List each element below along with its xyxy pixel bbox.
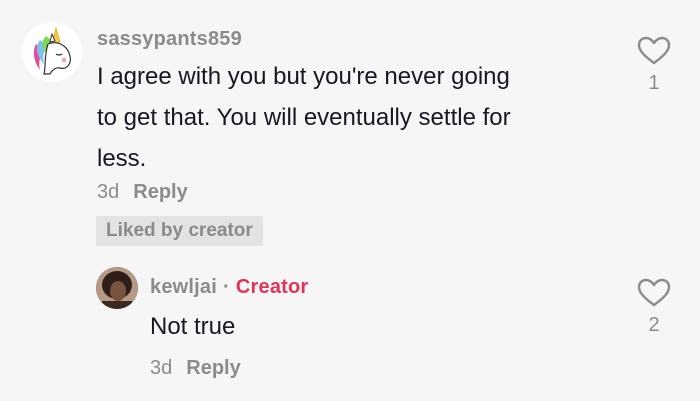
comment-username[interactable]: sassypants859 — [97, 28, 242, 51]
reply-button[interactable]: Reply — [133, 181, 187, 203]
liked-by-creator-badge: Liked by creator — [96, 216, 263, 246]
reply-text: Not true — [150, 313, 236, 340]
reply-meta: 3d Reply — [150, 357, 241, 380]
comment-timestamp: 3d — [97, 181, 120, 203]
like-button[interactable]: 1 — [634, 36, 674, 95]
like-count: 2 — [648, 314, 660, 336]
user-photo-avatar-icon — [96, 267, 138, 309]
comment-text-line: to get that. You will eventually settle … — [97, 104, 511, 131]
like-count: 1 — [648, 72, 660, 94]
like-button[interactable]: 2 — [634, 278, 674, 337]
reply-username-row: kewljai · Creator — [150, 276, 308, 299]
creator-label: Creator — [235, 276, 309, 298]
avatar[interactable] — [22, 22, 82, 82]
comment-meta: 3d Reply — [97, 181, 188, 204]
unicorn-avatar-icon — [22, 22, 82, 82]
heart-outline-icon — [637, 36, 671, 65]
heart-outline-icon — [637, 278, 671, 307]
comment-text: I agree with you but you're never going … — [97, 56, 511, 179]
reply-timestamp: 3d — [150, 357, 173, 379]
reply-username[interactable]: kewljai — [150, 276, 217, 298]
comment-text-line: less. — [97, 145, 147, 172]
separator-dot: · — [223, 276, 230, 298]
comment-text-line: I agree with you but you're never going — [97, 63, 510, 90]
reply-button[interactable]: Reply — [186, 357, 240, 379]
avatar[interactable] — [96, 267, 138, 309]
